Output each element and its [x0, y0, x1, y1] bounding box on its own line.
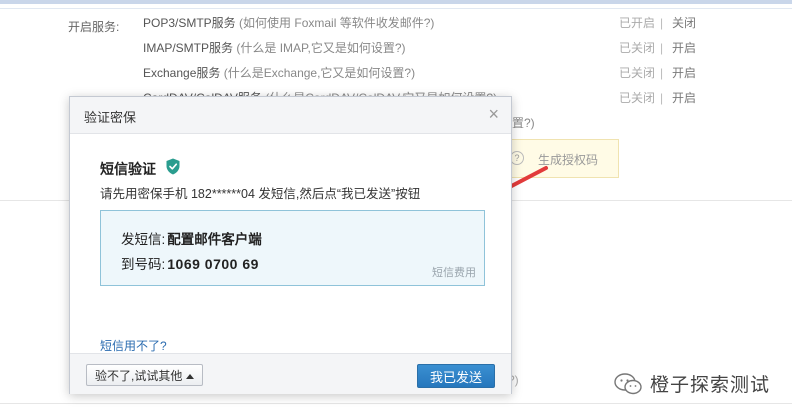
service-status: 已关闭 — [619, 66, 656, 80]
service-status: 已关闭 — [619, 41, 656, 55]
to-number-label: 到号码: — [121, 257, 166, 272]
service-toggle-link[interactable]: 开启 — [672, 39, 696, 57]
open-services-label: 开启服务: — [68, 20, 120, 34]
generate-auth-code-link[interactable]: 生成授权码 — [538, 151, 598, 168]
sms-fee-link[interactable]: 短信费用 — [432, 264, 476, 280]
try-other-method-button[interactable]: 验不了,试试其他 — [86, 364, 204, 386]
service-help-link[interactable]: (如何使用 Foxmail 等软件收发邮件?) — [239, 16, 434, 30]
service-toggle-link[interactable]: 开启 — [672, 64, 696, 82]
dialog-title: 验证密保 — [84, 110, 137, 125]
dialog-footer: 验不了,试试其他 我已发送 — [70, 353, 511, 394]
watermark-text: 橙子探索测试 — [650, 375, 771, 396]
auth-code-tip: ? 生成授权码 — [498, 139, 619, 178]
close-icon[interactable]: × — [488, 104, 499, 124]
separator: | — [660, 66, 664, 80]
dialog-header: 验证密保 × — [70, 97, 511, 134]
question-icon: ? — [510, 151, 524, 165]
send-content-label: 发短信: — [121, 232, 166, 247]
service-help-link[interactable]: (什么是 IMAP,它又是如何设置?) — [236, 41, 405, 55]
service-row-exchange: Exchange服务 (什么是Exchange,它又是如何设置?) 已关闭 | … — [143, 64, 703, 82]
top-bar — [0, 0, 792, 4]
verify-security-dialog: 验证密保 × 短信验证 请先用密保手机 182******04 发短信,然后点“… — [69, 96, 512, 394]
sms-verification-title: 短信验证 — [100, 161, 156, 177]
service-row-imap: IMAP/SMTP服务 (什么是 IMAP,它又是如何设置?) 已关闭 | 开启 — [143, 39, 703, 57]
separator: | — [660, 91, 664, 105]
wechat-icon — [614, 373, 642, 395]
separator: | — [660, 41, 664, 55]
top-bar-divider — [0, 8, 792, 9]
sms-unavailable-link[interactable]: 短信用不了? — [100, 337, 167, 354]
service-help-link[interactable]: (什么是Exchange,它又是如何设置?) — [224, 66, 415, 80]
service-name: POP3/SMTP服务 — [143, 16, 236, 30]
i-have-sent-button[interactable]: 我已发送 — [417, 364, 495, 388]
service-status: 已开启 — [619, 16, 656, 30]
sms-info-box: 发短信: 配置邮件客户端 到号码: 1069 0700 69 短信费用 — [100, 210, 485, 286]
shield-icon — [166, 158, 180, 175]
send-content-line: 发短信: 配置邮件客户端 — [121, 228, 262, 248]
service-toggle-link[interactable]: 关闭 — [672, 14, 696, 32]
service-status: 已关闭 — [619, 91, 656, 105]
separator: | — [660, 16, 664, 30]
to-number-value: 1069 0700 69 — [167, 256, 259, 272]
service-name: IMAP/SMTP服务 — [143, 41, 234, 55]
service-toggle-link[interactable]: 开启 — [672, 89, 696, 107]
send-content-value: 配置邮件客户端 — [167, 232, 262, 247]
try-other-label: 验不了,试试其他 — [95, 369, 183, 383]
service-row-pop3: POP3/SMTP服务 (如何使用 Foxmail 等软件收发邮件?) 已开启 … — [143, 14, 703, 32]
bottom-divider — [0, 403, 792, 404]
caret-up-icon — [186, 374, 195, 379]
sms-instruction: 请先用密保手机 182******04 发短信,然后点“我已发送”按钮 — [100, 187, 421, 201]
to-number-line: 到号码: 1069 0700 69 — [121, 253, 259, 273]
service-name: Exchange服务 — [143, 66, 221, 80]
